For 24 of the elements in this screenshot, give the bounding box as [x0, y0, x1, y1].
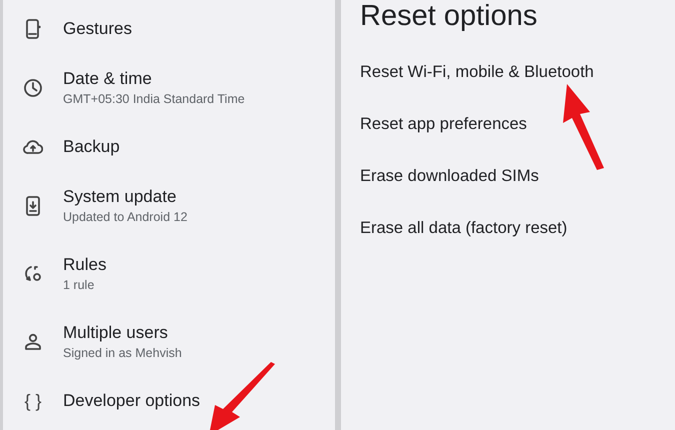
- clock-icon: [23, 78, 43, 98]
- setting-title[interactable]: Gestures: [63, 18, 132, 40]
- reset-option[interactable]: Reset Wi-Fi, mobile & Bluetooth: [360, 46, 675, 98]
- reset-option[interactable]: Reset app preferences: [360, 98, 675, 150]
- setting-title[interactable]: Multiple users: [63, 322, 182, 344]
- braces-icon: { }: [24, 390, 42, 412]
- setting-title[interactable]: System update: [63, 186, 188, 208]
- arrow-annotation: [210, 362, 275, 430]
- setting-summary: Updated to Android 12: [63, 209, 188, 226]
- cloud-upload-icon: [23, 139, 43, 155]
- setting-title[interactable]: Rules: [63, 254, 106, 276]
- setting-summary: Signed in as Mehvish: [63, 345, 182, 362]
- setting-summary: 1 rule: [63, 277, 96, 294]
- setting-title[interactable]: Backup: [63, 136, 120, 158]
- reset-option[interactable]: Erase all data (factory reset): [360, 202, 675, 254]
- rules-icon: [23, 264, 43, 284]
- person-icon: [24, 333, 42, 351]
- page-title: Reset options: [360, 0, 538, 32]
- phone-icon: [25, 18, 41, 40]
- setting-title[interactable]: Date & time: [63, 68, 245, 90]
- setting-title[interactable]: Developer options: [63, 390, 200, 412]
- reset-option[interactable]: Erase downloaded SIMs: [360, 150, 675, 202]
- phone-download-icon: [25, 195, 41, 217]
- setting-summary: GMT+05:30 India Standard Time: [63, 91, 245, 108]
